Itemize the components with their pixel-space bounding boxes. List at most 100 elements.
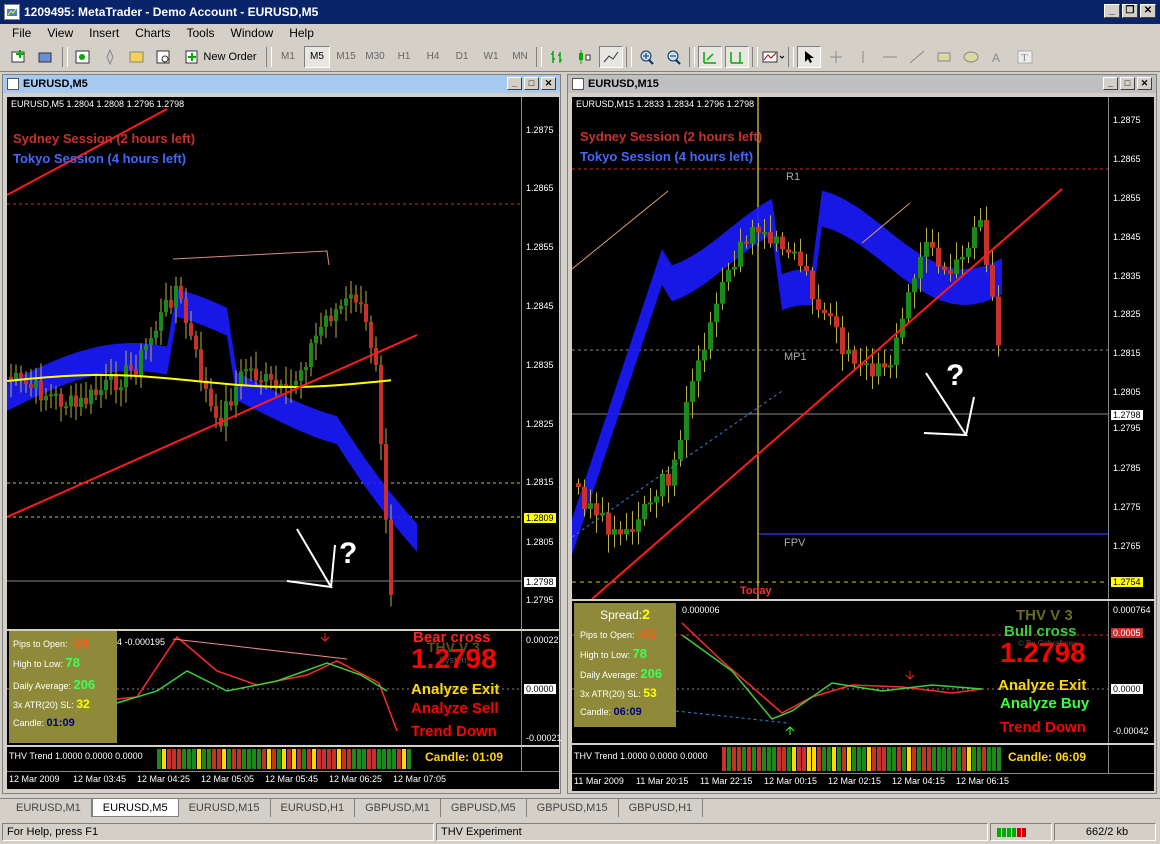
timeframe-w1[interactable]: W1 xyxy=(478,46,504,68)
menu-charts[interactable]: Charts xyxy=(127,26,178,40)
menu-help[interactable]: Help xyxy=(281,26,322,40)
zoom-in-icon[interactable] xyxy=(635,46,659,68)
trend-bar-label: THV Trend 1.0000 0.0000 0.0000 xyxy=(574,751,708,761)
zoom-out-icon[interactable] xyxy=(662,46,686,68)
candle-body xyxy=(349,294,353,299)
text-label-icon[interactable]: A xyxy=(986,46,1010,68)
timeframe-h4[interactable]: H4 xyxy=(420,46,446,68)
chart-minimize-button[interactable]: _ xyxy=(1103,77,1118,90)
cursor-icon[interactable] xyxy=(797,45,821,68)
tab-eurusd-m5[interactable]: EURUSD,M5 xyxy=(91,799,179,817)
new-order-button[interactable]: New Order xyxy=(179,46,263,68)
crosshair-icon[interactable] xyxy=(824,46,848,68)
minimize-button[interactable]: _ xyxy=(1104,4,1120,18)
trend-bar xyxy=(817,747,821,771)
candle-body xyxy=(954,259,959,274)
terminal-icon[interactable] xyxy=(125,46,149,68)
trend-bar xyxy=(282,749,286,769)
candlestick-icon[interactable] xyxy=(572,46,596,68)
chart-maximize-button[interactable]: □ xyxy=(524,77,539,90)
strategy-tester-icon[interactable] xyxy=(152,46,176,68)
menu-file[interactable]: File xyxy=(4,26,39,40)
timeframe-h1[interactable]: H1 xyxy=(391,46,417,68)
timeframe-m15[interactable]: M15 xyxy=(333,46,359,68)
tab-gbpusd-h1[interactable]: GBPUSD,H1 xyxy=(619,799,704,817)
trend-bar xyxy=(392,749,396,769)
chart-window-eurusd-m5[interactable]: EURUSD,M5 _ □ ✕ EURUSD,M5 1.2804 1.2808 … xyxy=(2,74,562,794)
time-tick: 11 Mar 2009 xyxy=(574,776,624,786)
horizontal-line-icon[interactable] xyxy=(878,46,902,68)
auto-scroll-icon[interactable] xyxy=(698,45,722,68)
tab-eurusd-m15[interactable]: EURUSD,M15 xyxy=(179,799,271,817)
text-object-icon[interactable]: T xyxy=(1013,46,1037,68)
indicator-pane[interactable]: Pips to Open: -24 High to Low: 78 Daily … xyxy=(7,629,521,745)
profiles-icon[interactable] xyxy=(35,46,59,68)
trend-bar xyxy=(342,749,346,769)
ellipse-icon[interactable] xyxy=(959,46,983,68)
candle-body xyxy=(259,380,263,383)
timeframe-m1[interactable]: M1 xyxy=(275,46,301,68)
tab-gbpusd-m1[interactable]: GBPUSD,M1 xyxy=(355,799,441,817)
candle-body xyxy=(119,387,123,390)
chart-title-bar: EURUSD,M15 _ □ ✕ xyxy=(568,75,1156,93)
trend-bar xyxy=(257,749,261,769)
timeframe-mn[interactable]: MN xyxy=(507,46,533,68)
timeframe-d1[interactable]: D1 xyxy=(449,46,475,68)
trend-bar xyxy=(857,747,861,771)
time-tick: 12 Mar 05:05 xyxy=(201,774,255,784)
chart-window-eurusd-m15[interactable]: EURUSD,M15 _ □ ✕ EURUSD,M15 1.2833 1.283… xyxy=(567,74,1157,794)
info-label: Candle: xyxy=(580,707,612,717)
tab-eurusd-h1[interactable]: EURUSD,H1 xyxy=(271,799,356,817)
menu-tools[interactable]: Tools xyxy=(179,26,223,40)
time-axis[interactable]: 11 Mar 2009 11 Mar 20:15 11 Mar 22:15 12… xyxy=(572,773,1154,791)
menu-insert[interactable]: Insert xyxy=(81,26,127,40)
market-watch-icon[interactable] xyxy=(71,46,95,68)
trend-bar xyxy=(727,747,731,771)
price-axis[interactable]: 1.2875 1.2865 1.2855 1.2845 1.2835 1.282… xyxy=(1108,97,1154,599)
line-chart-icon[interactable] xyxy=(599,45,623,68)
close-button[interactable]: ✕ xyxy=(1140,4,1156,18)
candle-body xyxy=(379,364,383,444)
price-pane[interactable]: EURUSD,M5 1.2804 1.2808 1.2796 1.2798 Sy… xyxy=(6,97,521,629)
trendline-icon[interactable] xyxy=(905,46,929,68)
chart-maximize-button[interactable]: □ xyxy=(1120,77,1135,90)
time-axis[interactable]: 12 Mar 2009 12 Mar 03:45 12 Mar 04:25 12… xyxy=(7,771,559,789)
tab-eurusd-m1[interactable]: EURUSD,M1 xyxy=(6,799,92,817)
restore-button[interactable]: ❐ xyxy=(1122,4,1138,18)
indicator-pane[interactable]: Spread:2 Pips to Open: -24 High to Low: … xyxy=(572,601,1108,743)
candle-body xyxy=(249,368,253,371)
candle-body xyxy=(354,294,358,303)
bar-chart-icon[interactable] xyxy=(545,46,569,68)
chart-close-button[interactable]: ✕ xyxy=(1137,77,1152,90)
price-pane[interactable]: EURUSD,M15 1.2833 1.2834 1.2796 1.2798 S… xyxy=(571,97,1108,600)
candle-body xyxy=(588,503,593,510)
trend-bar xyxy=(822,747,826,771)
price-tick: 1.2805 xyxy=(1113,387,1141,397)
price-tick: 1.2845 xyxy=(1113,232,1141,242)
question-mark-annotation: ? xyxy=(339,537,358,570)
trend-bar xyxy=(337,749,341,769)
chart-shift-icon[interactable] xyxy=(725,45,749,68)
navigator-icon[interactable] xyxy=(98,46,122,68)
menu-view[interactable]: View xyxy=(39,26,81,40)
menu-window[interactable]: Window xyxy=(223,26,282,40)
trend-bar xyxy=(912,747,916,771)
indicator-axis: 0.000764 0.0005 0.0000 -0.00042 xyxy=(1108,601,1154,743)
timeframe-m5[interactable]: M5 xyxy=(304,45,330,68)
new-chart-icon[interactable] xyxy=(8,46,32,68)
candle-timer-label: Candle: 01:09 xyxy=(421,750,508,764)
tab-gbpusd-m5[interactable]: GBPUSD,M5 xyxy=(441,799,527,817)
vertical-line-icon[interactable] xyxy=(851,46,875,68)
trend-bar xyxy=(967,747,971,771)
price-axis[interactable]: 1.2875 1.2865 1.2855 1.2845 1.2835 1.282… xyxy=(521,97,559,629)
chart-minimize-button[interactable]: _ xyxy=(507,77,522,90)
rectangle-icon[interactable] xyxy=(932,46,956,68)
timeframe-m30[interactable]: M30 xyxy=(362,46,388,68)
tab-gbpusd-m15[interactable]: GBPUSD,M15 xyxy=(527,799,619,817)
trend-bar xyxy=(177,749,181,769)
candle-body xyxy=(798,251,803,266)
chart-close-button[interactable]: ✕ xyxy=(541,77,556,90)
trend-bar xyxy=(877,747,881,771)
tokyo-session-label: Tokyo Session (4 hours left) xyxy=(580,149,754,164)
indicators-icon[interactable] xyxy=(761,46,785,68)
